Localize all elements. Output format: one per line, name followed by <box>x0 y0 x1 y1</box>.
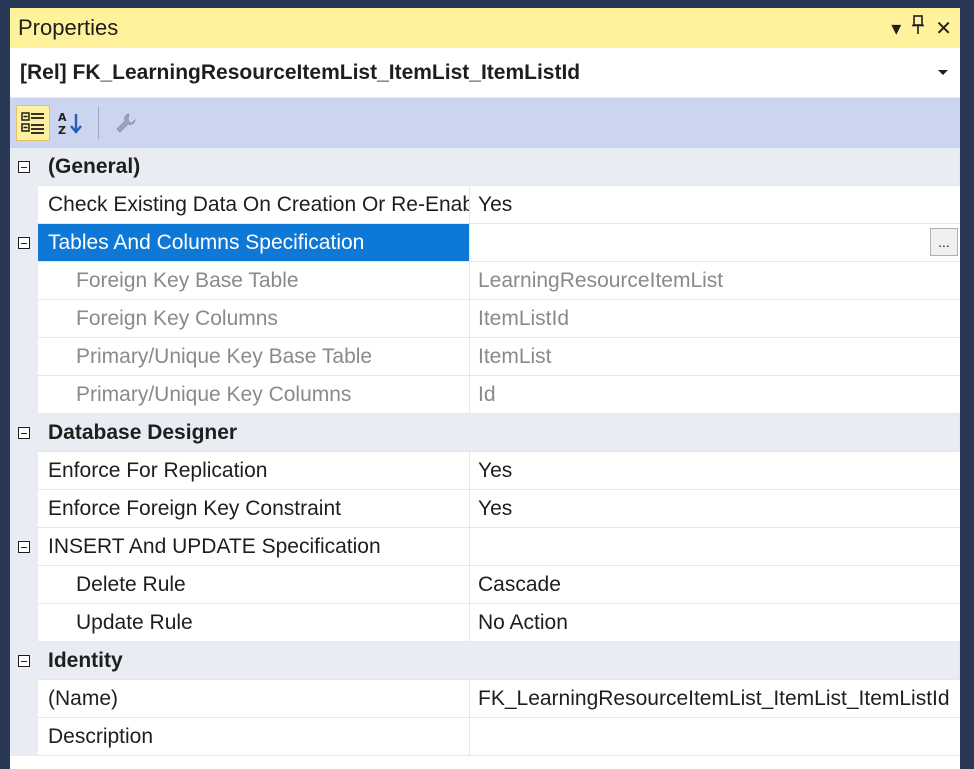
property-name: Tables And Columns Specification <box>38 224 470 262</box>
category-general[interactable]: (General) <box>10 148 960 186</box>
window-title: Properties <box>18 15 119 40</box>
property-name: Delete Rule <box>38 566 470 604</box>
property-value[interactable]: Yes <box>470 186 960 224</box>
property-row-delete-rule[interactable]: Delete Rule Cascade <box>10 566 960 604</box>
property-row-pk-base-table[interactable]: Primary/Unique Key Base Table ItemList <box>10 338 960 376</box>
svg-text:Z: Z <box>58 124 66 136</box>
category-label: Database Designer <box>38 414 960 452</box>
category-identity[interactable]: Identity <box>10 642 960 680</box>
property-value[interactable]: Cascade <box>470 566 960 604</box>
property-name: Update Rule <box>38 604 470 642</box>
property-row-pk-columns[interactable]: Primary/Unique Key Columns Id <box>10 376 960 414</box>
property-name: Enforce Foreign Key Constraint <box>38 490 470 528</box>
property-name: Check Existing Data On Creation Or Re-En… <box>38 186 470 224</box>
alphabetical-icon: A Z <box>58 111 82 136</box>
categorized-icon <box>21 112 44 134</box>
property-row-name[interactable]: (Name) FK_LearningResourceItemList_ItemL… <box>10 680 960 718</box>
property-value[interactable]: No Action <box>470 604 960 642</box>
collapse-icon[interactable] <box>18 541 30 553</box>
collapse-icon[interactable] <box>18 161 30 173</box>
property-value[interactable] <box>470 718 960 756</box>
property-value[interactable]: FK_LearningResourceItemList_ItemList_Ite… <box>470 680 960 718</box>
property-name: INSERT And UPDATE Specification <box>38 528 470 566</box>
property-row-fk-columns[interactable]: Foreign Key Columns ItemListId <box>10 300 960 338</box>
property-row-enforce-replication[interactable]: Enforce For Replication Yes <box>10 452 960 490</box>
title-bar: Properties ▾ ✕ <box>10 8 960 48</box>
pin-icon[interactable] <box>911 15 925 41</box>
property-name: Description <box>38 718 470 756</box>
collapse-icon[interactable] <box>18 237 30 249</box>
toolbar-separator <box>98 107 99 139</box>
property-name: Foreign Key Columns <box>38 300 470 338</box>
property-row-tables-and-columns[interactable]: Tables And Columns Specification ... <box>10 224 960 262</box>
collapse-icon[interactable] <box>18 655 30 667</box>
property-value[interactable]: Yes <box>470 452 960 490</box>
property-row-enforce-fk[interactable]: Enforce Foreign Key Constraint Yes <box>10 490 960 528</box>
object-selector[interactable]: [Rel] FK_LearningResourceItemList_ItemLi… <box>10 48 960 98</box>
property-pages-button[interactable] <box>109 105 143 141</box>
svg-text:A: A <box>58 111 67 124</box>
property-value: Id <box>470 376 960 414</box>
property-value: ItemList <box>470 338 960 376</box>
property-row-check-existing-data[interactable]: Check Existing Data On Creation Or Re-En… <box>10 186 960 224</box>
property-name: Primary/Unique Key Columns <box>38 376 470 414</box>
property-value[interactable]: Yes <box>470 490 960 528</box>
title-buttons: ▾ ✕ <box>891 15 960 41</box>
category-label: (General) <box>38 148 960 186</box>
window-position-dropdown-icon[interactable]: ▾ <box>891 16 901 41</box>
property-value: ItemListId <box>470 300 960 338</box>
property-row-fk-base-table[interactable]: Foreign Key Base Table LearningResourceI… <box>10 262 960 300</box>
ellipsis-button[interactable]: ... <box>930 228 958 256</box>
wrench-icon <box>116 113 136 133</box>
properties-toolbar: A Z <box>10 98 960 148</box>
properties-window: Properties ▾ ✕ [Rel] FK_LearningResource… <box>10 8 960 769</box>
category-label: Identity <box>38 642 960 680</box>
property-value[interactable] <box>470 528 960 566</box>
property-name: (Name) <box>38 680 470 718</box>
property-name: Primary/Unique Key Base Table <box>38 338 470 376</box>
categorized-button[interactable] <box>16 105 50 141</box>
close-icon[interactable]: ✕ <box>935 16 952 41</box>
property-value: LearningResourceItemList <box>470 262 960 300</box>
property-row-update-rule[interactable]: Update Rule No Action <box>10 604 960 642</box>
category-database-designer[interactable]: Database Designer <box>10 414 960 452</box>
property-name: Foreign Key Base Table <box>38 262 470 300</box>
alphabetical-button[interactable]: A Z <box>54 105 88 141</box>
property-grid: (General) Check Existing Data On Creatio… <box>10 148 960 756</box>
property-value[interactable]: ... <box>470 224 960 262</box>
chevron-down-icon[interactable] <box>938 70 948 75</box>
property-row-description[interactable]: Description <box>10 718 960 756</box>
property-row-insert-update[interactable]: INSERT And UPDATE Specification <box>10 528 960 566</box>
object-selector-value: [Rel] FK_LearningResourceItemList_ItemLi… <box>20 60 581 84</box>
property-name: Enforce For Replication <box>38 452 470 490</box>
collapse-icon[interactable] <box>18 427 30 439</box>
